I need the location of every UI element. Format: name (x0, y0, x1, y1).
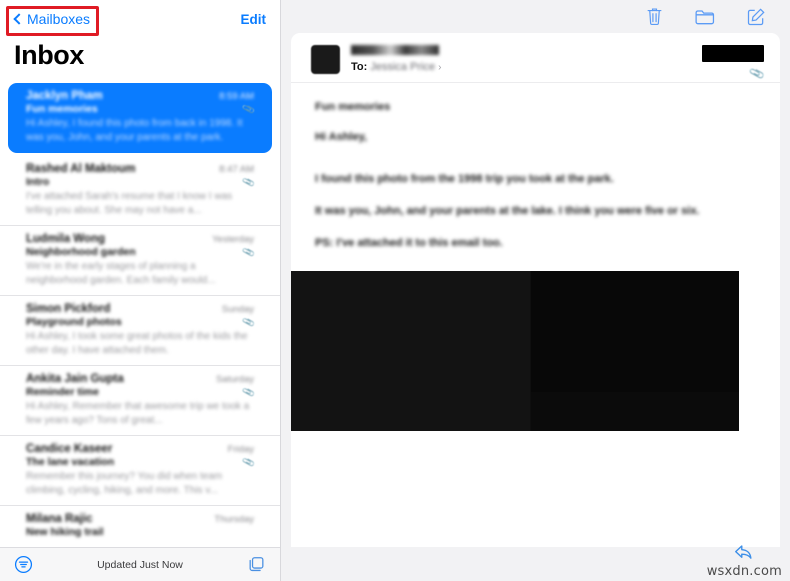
list-item-top-row: Rashed Al Maktoum 8:47 AM (26, 163, 254, 175)
timestamp-redaction-box (702, 45, 764, 62)
message-date: Yesterday (212, 234, 254, 245)
sidebar-nav-bar: Mailboxes Edit (0, 0, 280, 38)
paperclip-icon: 📎 (241, 245, 256, 259)
message-subject: Neighborhood garden (26, 246, 136, 258)
message-subject: Intro (26, 176, 50, 188)
message-list-item[interactable]: Candice Kaseer Friday The lane vacation 📎 Re… (0, 436, 280, 506)
message-list-item[interactable]: Simon Pickford Sunday Playground photos 📎 Hi… (0, 296, 280, 366)
message-preview: I've attached Sarah's resume that I know… (26, 191, 233, 216)
list-item-subject-row: Playground photos 📎 (26, 315, 256, 329)
message-list-item[interactable]: Ludmila Wong Yesterday Neighborhood garden… (0, 226, 280, 296)
message-preview: Remember this journey? You did when team… (26, 471, 223, 496)
paperclip-icon: 📎 (241, 315, 256, 329)
message-preview: Hi Ashley, Remember that awesome trip we… (26, 401, 250, 426)
list-item-subject-row: New hiking trail (26, 526, 254, 538)
message-date: Friday (227, 444, 254, 455)
list-item-top-row: Simon Pickford Sunday (26, 303, 254, 315)
message-preview: Hi Ashley, I found this photo from back … (26, 118, 243, 143)
header-right-meta: 📎 (702, 45, 766, 82)
message-list-item[interactable]: Milana Rajic Thursday New hiking trail (0, 506, 280, 547)
list-item-subject-row: The lane vacation 📎 (26, 455, 256, 469)
message-body-line: It was you, John, and your parents at th… (315, 205, 700, 217)
message-body-line: I found this photo from the 1998 trip yo… (315, 173, 614, 185)
message-subject: Playground photos (26, 316, 122, 328)
watermark-text: wsxdn.com (706, 564, 782, 579)
message-preview: Hi Ashley, I took some great photos of t… (26, 331, 248, 356)
message-sender: Simon Pickford (26, 303, 111, 315)
message-date: Sunday (221, 304, 254, 315)
avatar (311, 45, 340, 74)
list-item-subject-row: Intro 📎 (26, 175, 256, 189)
message-sender: Ankita Jain Gupta (26, 373, 124, 385)
message-sender: Milana Rajic (26, 513, 93, 525)
mail-list-pane: Mailboxes Edit Inbox Jacklyn Pham 8:59 AM… (0, 0, 281, 581)
detail-bottom-bar: wsxdn.com (281, 545, 790, 581)
sidebar-status-bar: Updated Just Now (0, 547, 280, 581)
message-body-line: PS: I've attached it to this email too. (315, 237, 503, 249)
message-list-item[interactable]: Ankita Jain Gupta Saturday Reminder time 📎 H… (0, 366, 280, 436)
paperclip-icon: 📎 (748, 65, 766, 82)
list-item-top-row: Jacklyn Pham 8:59 AM (26, 90, 254, 102)
filter-icon[interactable] (14, 555, 33, 574)
folder-icon[interactable] (692, 5, 718, 28)
message-subject: Reminder time (26, 386, 99, 398)
list-item-subject-row: Fun memories 📎 (26, 102, 256, 116)
list-item-subject-row: Reminder time 📎 (26, 385, 256, 399)
message-subject: The lane vacation (26, 456, 115, 468)
message-sender: Candice Kaseer (26, 443, 113, 455)
back-to-mailboxes-button[interactable]: Mailboxes (12, 9, 93, 29)
compose-icon[interactable] (744, 5, 768, 29)
message-inline-image[interactable] (291, 271, 739, 431)
to-label: To: (351, 61, 368, 73)
message-detail-pane: To: Jessica Price › 📎 Fun memories Hi Ash… (281, 0, 790, 581)
mail-app-window: Mailboxes Edit Inbox Jacklyn Pham 8:59 AM… (0, 0, 790, 581)
paperclip-icon: 📎 (241, 455, 256, 469)
message-date: 8:59 AM (219, 91, 254, 102)
list-item-top-row: Ankita Jain Gupta Saturday (26, 373, 254, 385)
back-button-label: Mailboxes (27, 11, 91, 27)
message-card: To: Jessica Price › 📎 Fun memories Hi Ash… (291, 33, 780, 547)
message-subject: Fun memories (26, 103, 98, 115)
message-sender: Ludmila Wong (26, 233, 106, 245)
sender-name-redacted (351, 45, 439, 55)
detail-toolbar (281, 0, 790, 33)
message-sender: Rashed Al Maktoum (26, 163, 136, 175)
message-header[interactable]: To: Jessica Price › 📎 (291, 33, 780, 83)
update-status-text: Updated Just Now (97, 558, 183, 571)
paperclip-icon: 📎 (241, 102, 256, 116)
paperclip-icon: 📎 (241, 175, 256, 189)
trash-icon[interactable] (643, 4, 666, 29)
message-date: Saturday (215, 374, 254, 385)
message-body-line: Fun memories (315, 101, 391, 113)
message-body: Fun memories Hi Ashley, I found this photo… (291, 83, 780, 249)
message-list-item[interactable]: Rashed Al Maktoum 8:47 AM Intro 📎 I've attac… (0, 156, 280, 226)
paperclip-icon: 📎 (241, 385, 256, 399)
message-list-item[interactable]: Jacklyn Pham 8:59 AM Fun memories 📎 Hi Ashle… (8, 83, 272, 153)
chevron-right-icon[interactable]: › (438, 62, 441, 73)
message-body-line: Hi Ashley, (315, 131, 367, 143)
page-title: Inbox (14, 40, 84, 70)
message-sender: Jacklyn Pham (26, 90, 103, 102)
list-item-subject-row: Neighborhood garden 📎 (26, 245, 256, 259)
message-preview: We're in the early stages of planning a … (26, 261, 216, 286)
recipient-name: Jessica Price (370, 61, 436, 73)
message-list[interactable]: Jacklyn Pham 8:59 AM Fun memories 📎 Hi Ashle… (0, 81, 280, 547)
layers-compose-icon[interactable] (247, 555, 266, 574)
edit-button[interactable]: Edit (241, 12, 267, 27)
list-item-top-row: Candice Kaseer Friday (26, 443, 254, 455)
message-date: 8:47 AM (219, 164, 254, 175)
message-date: Thursday (214, 514, 254, 525)
chevron-left-icon (13, 13, 25, 25)
message-subject: New hiking trail (26, 526, 104, 538)
list-item-top-row: Milana Rajic Thursday (26, 513, 254, 525)
list-item-top-row: Ludmila Wong Yesterday (26, 233, 254, 245)
